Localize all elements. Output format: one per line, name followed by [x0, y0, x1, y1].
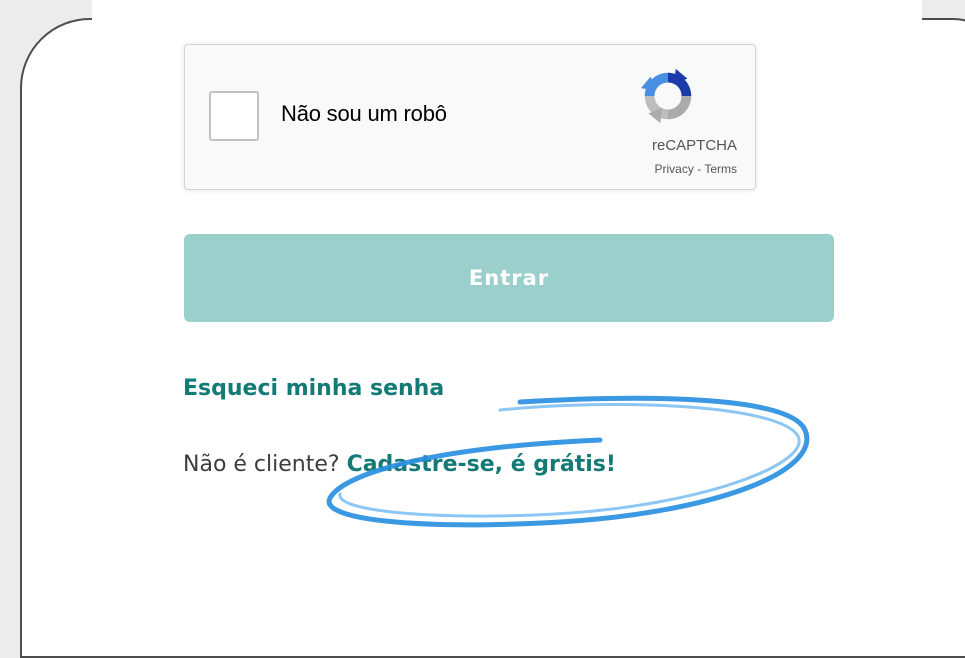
recaptcha-logo-icon	[640, 68, 692, 124]
signup-link[interactable]: Cadastre-se, é grátis!	[347, 452, 616, 477]
forgot-password-link[interactable]: Esqueci minha senha	[183, 376, 444, 401]
signup-prompt-text: Não é cliente?	[183, 452, 340, 477]
recaptcha-privacy-link[interactable]: Privacy	[655, 162, 694, 176]
recaptcha-link-separator: -	[697, 162, 702, 176]
recaptcha-terms-link[interactable]: Terms	[704, 162, 737, 176]
recaptcha-footer-links: Privacy - Terms	[655, 162, 737, 176]
recaptcha-widget: Não sou um robô reCAPTCHA Privacy - Term…	[184, 44, 756, 190]
login-submit-button[interactable]: Entrar	[184, 234, 834, 322]
recaptcha-brand-text: reCAPTCHA	[651, 137, 737, 154]
signup-row: Não é cliente? Cadastre-se, é grátis!	[183, 452, 616, 477]
recaptcha-checkbox[interactable]	[209, 91, 259, 141]
recaptcha-checkbox-label: Não sou um robô	[281, 101, 447, 126]
